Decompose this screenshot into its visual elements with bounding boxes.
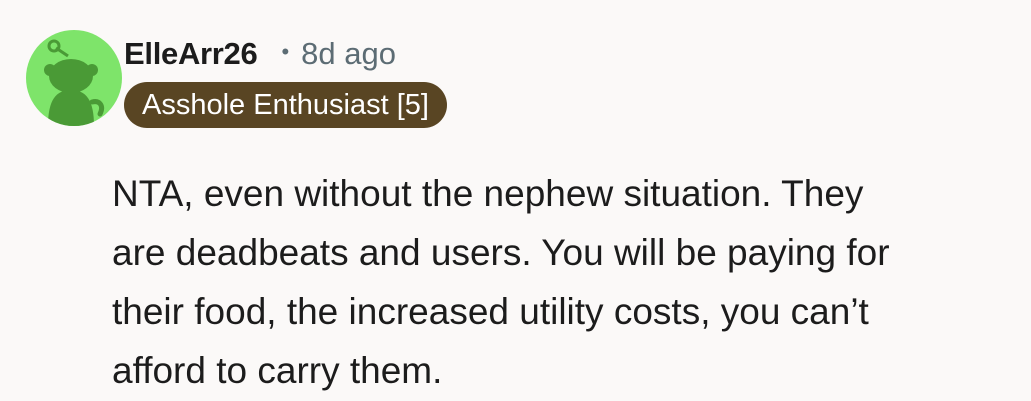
reddit-snoo-avatar-icon — [44, 39, 105, 126]
user-flair-badge: Asshole Enthusiast [5] — [124, 82, 447, 128]
avatar[interactable] — [26, 30, 122, 126]
username-link[interactable]: ElleArr26 — [124, 36, 258, 72]
comment-body-line: afford to carry them. — [112, 350, 443, 391]
comment-body-line: are deadbeats and users. You will be pay… — [112, 232, 890, 273]
timestamp[interactable]: 8d ago — [301, 36, 396, 72]
separator-dot: • — [281, 39, 290, 64]
comment-header: ElleArr26 • 8d ago — [124, 32, 396, 76]
comment-body: NTA, even without the nephew situation. … — [112, 164, 1012, 400]
comment: ElleArr26 • 8d ago Asshole Enthusiast [5… — [0, 0, 1031, 401]
comment-body-line: NTA, even without the nephew situation. … — [112, 173, 864, 214]
comment-body-line: their food, the increased utility costs,… — [112, 291, 869, 332]
